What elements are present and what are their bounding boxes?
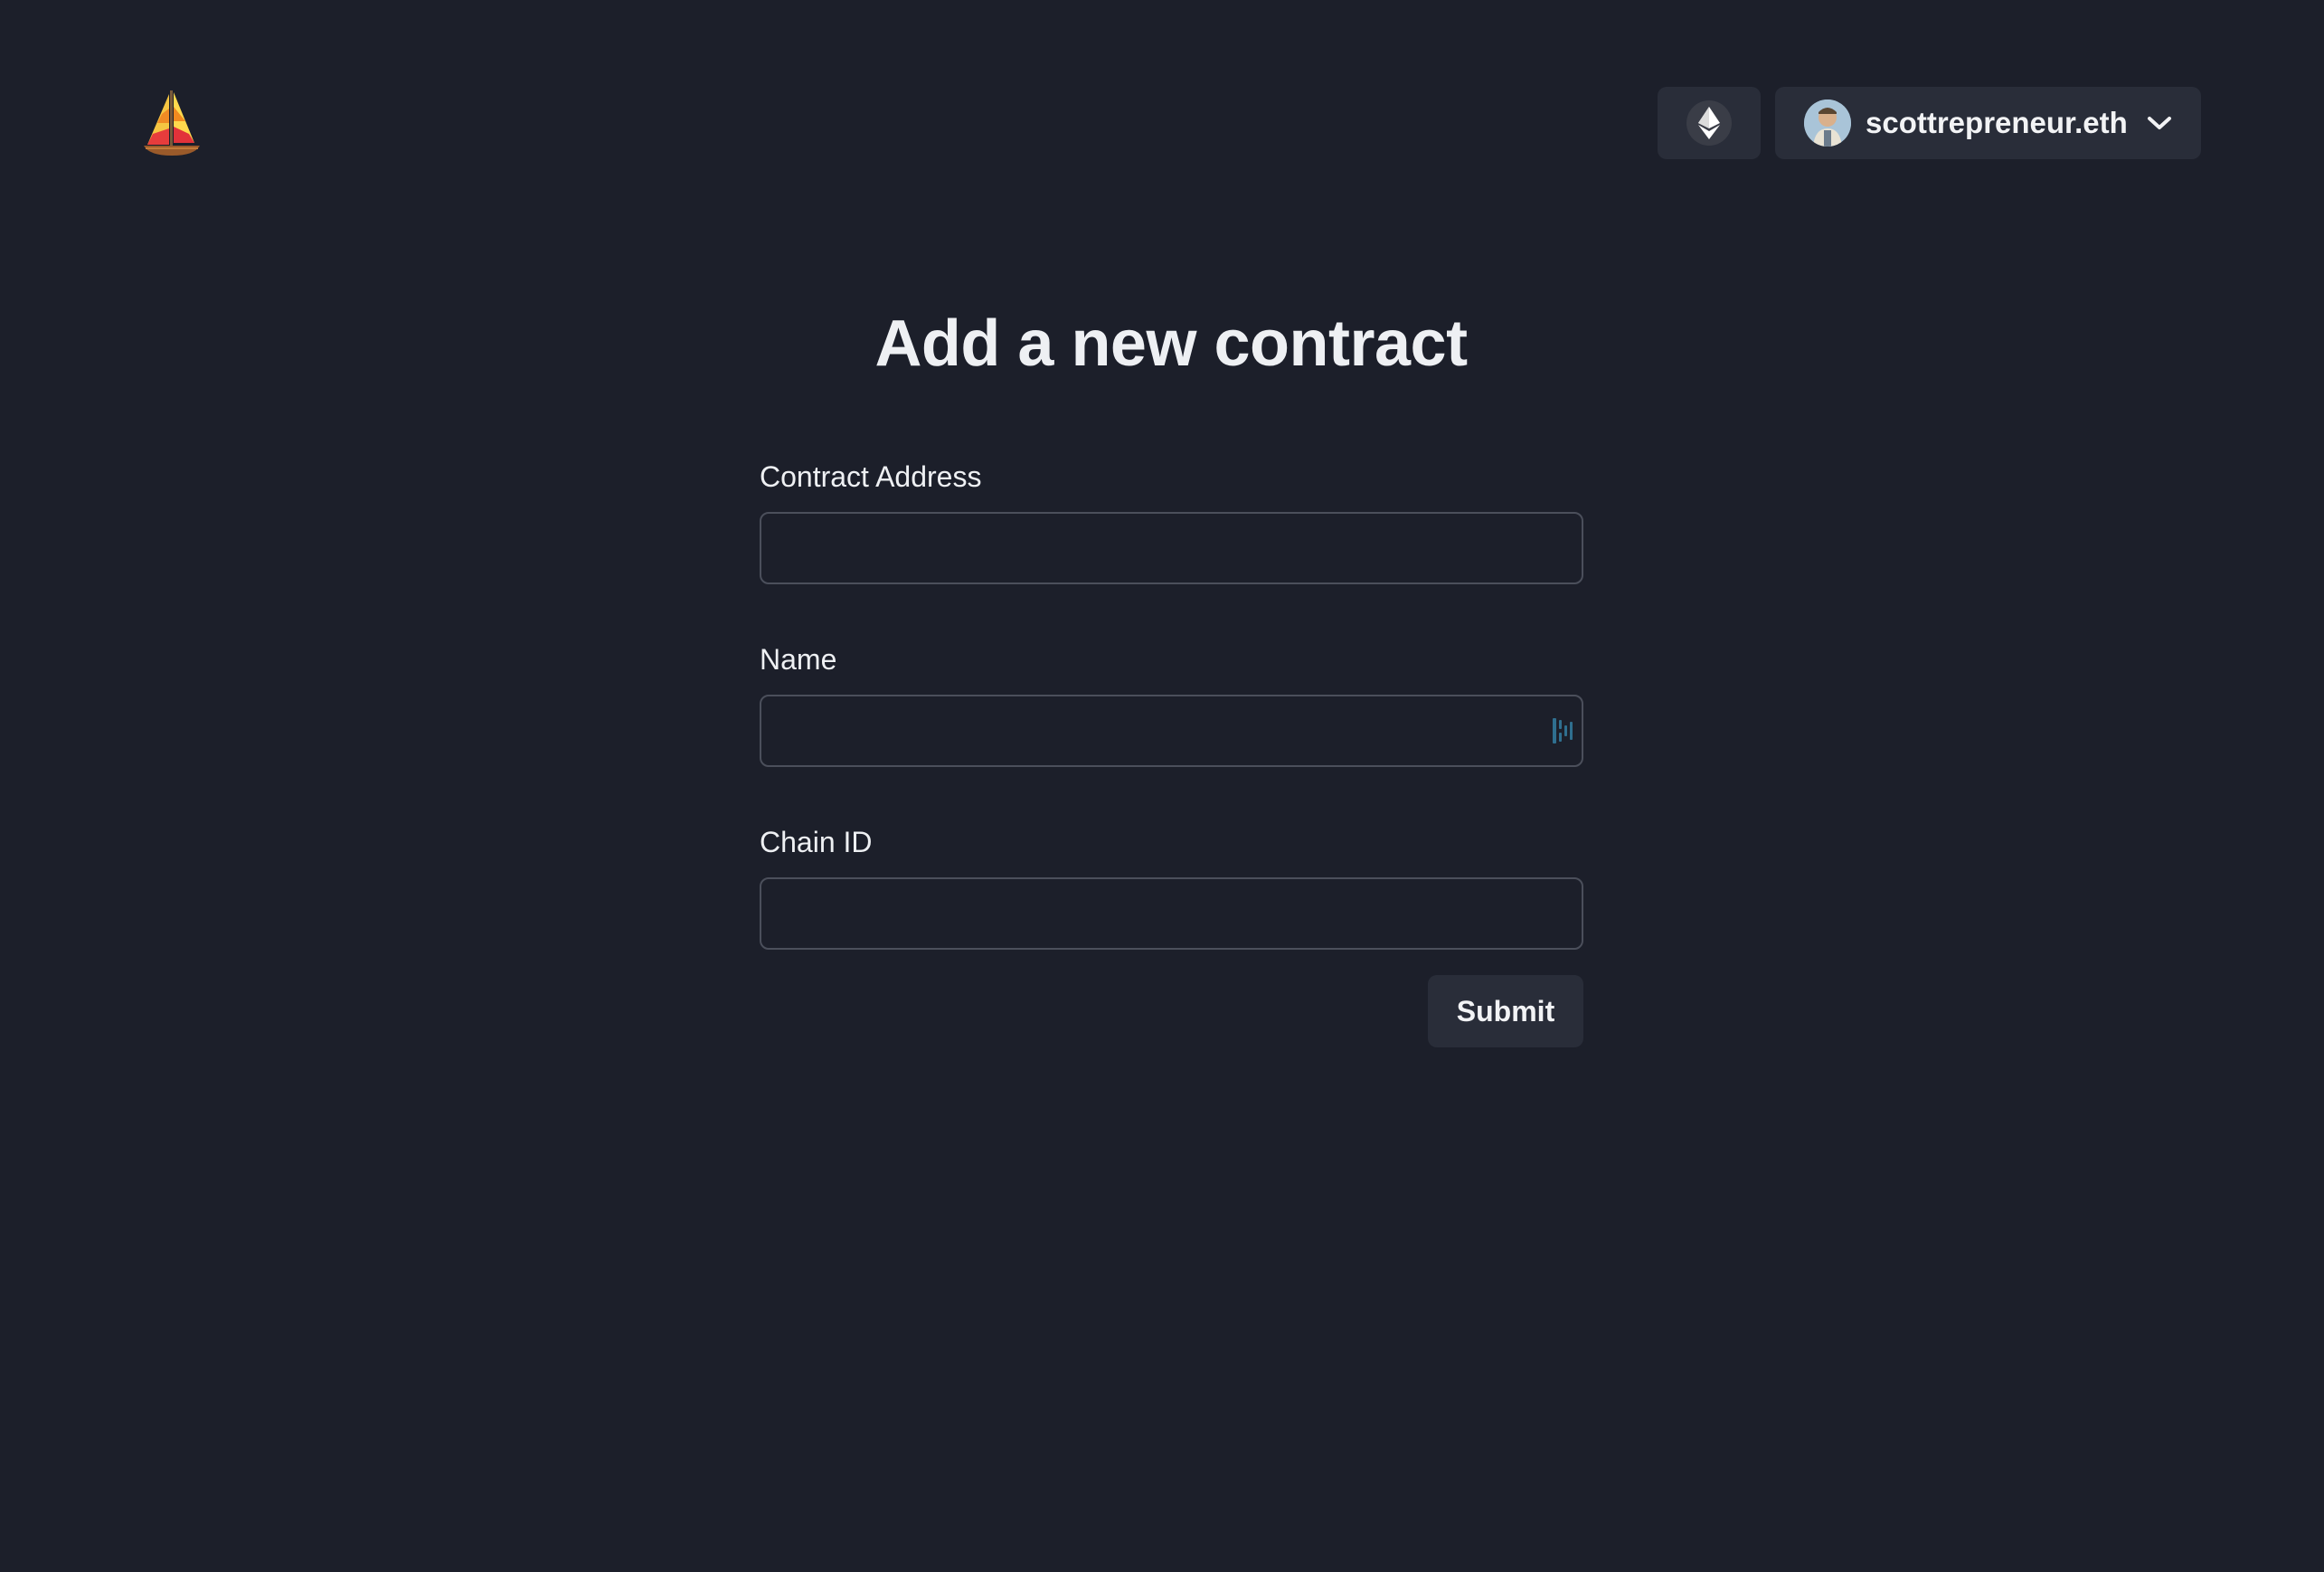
name-field: Name bbox=[760, 635, 1583, 767]
avatar bbox=[1804, 99, 1851, 147]
account-name: scottrepreneur.eth bbox=[1866, 106, 2128, 139]
contract-address-label: Contract Address bbox=[760, 460, 982, 493]
chain-selector-button[interactable] bbox=[1658, 87, 1761, 159]
submit-button[interactable]: Submit bbox=[1428, 975, 1583, 1047]
page-title: Add a new contract bbox=[874, 308, 1468, 380]
sailboat-icon[interactable] bbox=[142, 89, 202, 157]
account-menu-button[interactable]: scottrepreneur.eth bbox=[1775, 87, 2201, 159]
add-contract-form: Contract Address Name Chain ID bbox=[760, 452, 1583, 950]
chain-id-field: Chain ID bbox=[760, 818, 1583, 950]
chain-id-input[interactable] bbox=[760, 877, 1583, 950]
password-manager-icon[interactable] bbox=[1551, 716, 1574, 745]
chevron-down-icon bbox=[2146, 114, 2173, 132]
chain-id-label: Chain ID bbox=[760, 826, 873, 858]
name-input[interactable] bbox=[760, 695, 1583, 767]
name-label: Name bbox=[760, 643, 837, 676]
contract-address-field: Contract Address bbox=[760, 452, 1583, 584]
contract-address-input[interactable] bbox=[760, 512, 1583, 584]
ethereum-icon bbox=[1686, 100, 1732, 146]
page: scottrepreneur.eth Add a new contract Co… bbox=[0, 0, 2324, 1572]
